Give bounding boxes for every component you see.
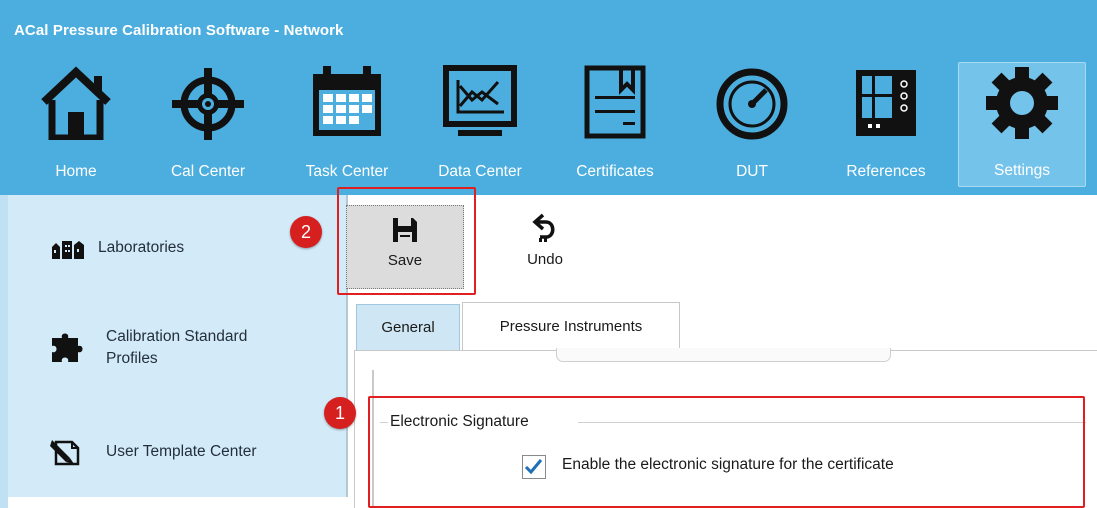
callout-badge-2: 2 (290, 216, 322, 248)
undo-button[interactable]: Undo (500, 205, 590, 289)
gauge-icon (716, 68, 788, 140)
nav-settings-label: Settings (993, 162, 1050, 179)
nav-home-label: Home (55, 163, 97, 180)
nav-certificates[interactable]: Certificates (560, 62, 670, 187)
nav-cal-center[interactable]: Cal Center (154, 62, 262, 187)
app-title: ACal Pressure Calibration Software - Net… (14, 22, 344, 39)
chart-monitor-icon (443, 65, 517, 136)
tab-general[interactable]: General (356, 304, 460, 350)
template-edit-icon (50, 440, 80, 466)
app-window: ACal Pressure Calibration Software - Net… (0, 0, 1097, 508)
nav-references[interactable]: References (830, 62, 942, 187)
calendar-icon (313, 66, 381, 136)
nav-home[interactable]: Home (26, 62, 126, 187)
nav-references-label: References (846, 163, 926, 180)
ribbon-bar: ACal Pressure Calibration Software - Net… (0, 0, 1097, 195)
tab-pressure-instruments[interactable]: Pressure Instruments (462, 302, 680, 350)
nav-dut-label: DUT (736, 163, 768, 180)
nav-certificates-label: Certificates (576, 163, 654, 180)
sidebar-next-item (8, 497, 348, 508)
undo-icon (532, 213, 555, 242)
sidebar-item-label-line1: Calibration Standard (106, 328, 248, 345)
sidebar-item-calibration-standard-profiles[interactable]: Calibration Standard Profiles (50, 326, 247, 370)
reference-device-icon (856, 70, 916, 136)
nav-data-center-label: Data Center (438, 163, 522, 180)
undo-button-label: Undo (527, 251, 563, 268)
nav-dut[interactable]: DUT (712, 62, 792, 187)
sidebar-item-label: Laboratories (98, 239, 185, 256)
home-icon (41, 66, 111, 140)
certificate-icon (584, 65, 646, 139)
sidebar-item-label: User Template Center (106, 443, 257, 460)
sidebar-item-laboratories[interactable]: Laboratories (50, 237, 184, 259)
sidebar-item-label-line2: Profiles (106, 350, 158, 367)
nav-task-center[interactable]: Task Center (292, 62, 402, 187)
buildings-icon (52, 241, 84, 259)
callout-badge-1: 1 (324, 397, 356, 429)
nav-settings[interactable]: Settings (958, 62, 1086, 187)
puzzle-icon (52, 333, 83, 362)
gear-icon (986, 67, 1058, 139)
nav-data-center[interactable]: Data Center (425, 62, 535, 187)
callout-box-signature (368, 396, 1085, 508)
nav-cal-center-label: Cal Center (170, 163, 246, 180)
scroll-panel-edge (556, 348, 891, 362)
callout-box-save (337, 187, 476, 295)
sidebar-item-user-template-center[interactable]: User Template Center (50, 438, 256, 466)
nav-task-center-label: Task Center (305, 163, 389, 180)
crosshair-icon (172, 68, 244, 140)
